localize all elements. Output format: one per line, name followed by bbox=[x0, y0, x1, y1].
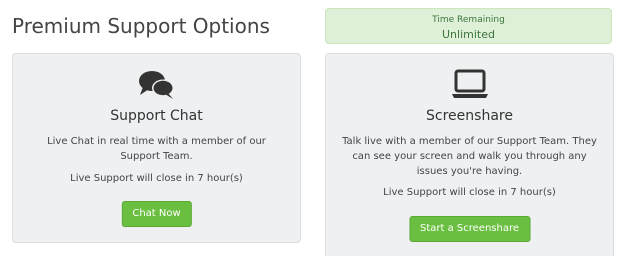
chat-now-button[interactable]: Chat Now bbox=[121, 201, 192, 227]
premium-support-page: Premium Support Options Time Remaining U… bbox=[0, 0, 626, 256]
screenshare-title: Screenshare bbox=[426, 108, 513, 124]
laptop-icon bbox=[450, 68, 490, 102]
start-screenshare-button[interactable]: Start a Screenshare bbox=[408, 216, 531, 242]
support-chat-card: Support Chat Live Chat in real time with… bbox=[12, 53, 301, 243]
support-chat-close-notice: Live Support will close in 7 hour(s) bbox=[70, 173, 243, 184]
chat-bubbles-icon bbox=[137, 68, 177, 102]
page-title: Premium Support Options bbox=[12, 14, 270, 38]
time-remaining-box: Time Remaining Unlimited bbox=[325, 8, 612, 44]
time-remaining-label: Time Remaining bbox=[432, 15, 505, 25]
time-remaining-value: Unlimited bbox=[442, 28, 495, 41]
screenshare-description: Talk live with a member of our Support T… bbox=[342, 136, 597, 177]
support-chat-description: Live Chat in real time with a member of … bbox=[47, 136, 266, 162]
screenshare-card: Screenshare Talk live with a member of o… bbox=[325, 53, 614, 256]
screenshare-close-notice: Live Support will close in 7 hour(s) bbox=[383, 187, 556, 198]
support-chat-title: Support Chat bbox=[110, 108, 203, 124]
